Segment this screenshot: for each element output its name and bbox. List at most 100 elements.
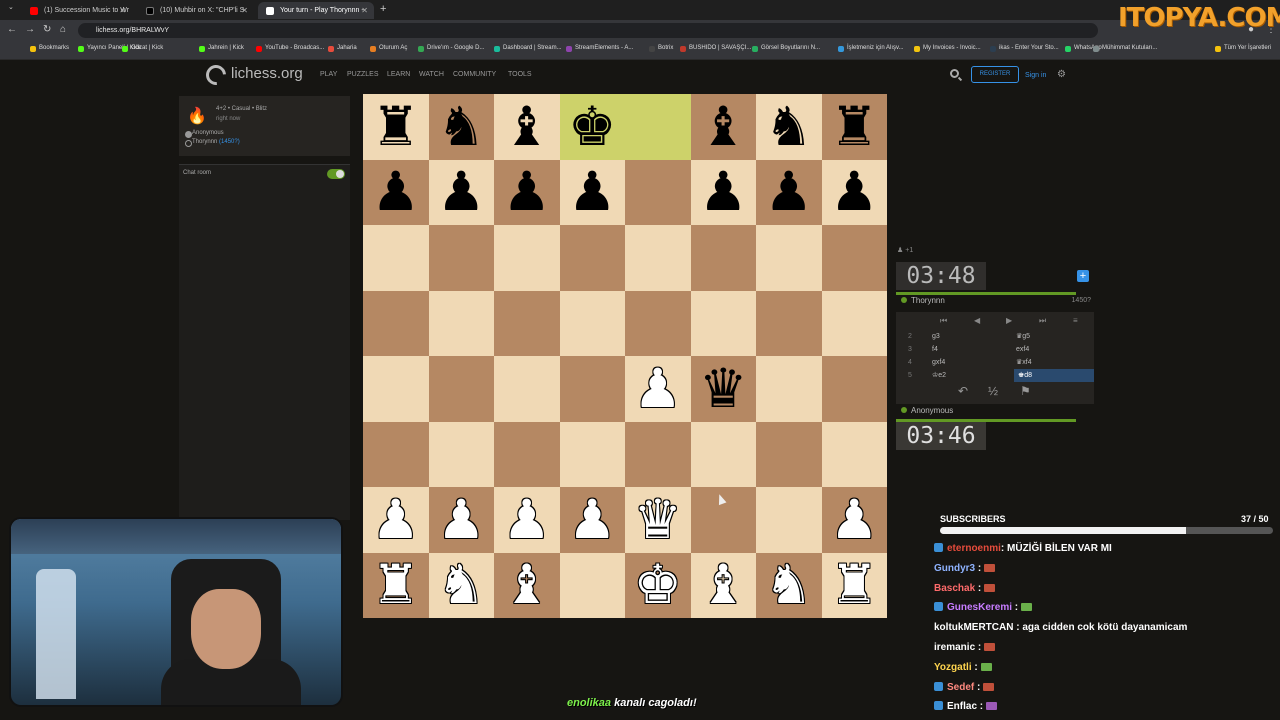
board-square[interactable] bbox=[756, 225, 822, 291]
search-icon[interactable] bbox=[950, 69, 959, 78]
board-square[interactable] bbox=[690, 290, 756, 356]
board-square[interactable]: ♟ bbox=[428, 159, 494, 225]
close-icon[interactable]: ✕ bbox=[119, 2, 126, 19]
board-square[interactable] bbox=[821, 421, 887, 487]
board-square[interactable] bbox=[690, 421, 756, 487]
black-move[interactable]: ♛g5 bbox=[1016, 330, 1030, 343]
black-pawn-icon[interactable]: ♟ bbox=[568, 165, 616, 219]
board-square[interactable] bbox=[494, 225, 560, 291]
menu-icon[interactable]: ≡ bbox=[1073, 316, 1078, 325]
board-square[interactable] bbox=[756, 421, 822, 487]
bookmark-item[interactable]: Oturum Aç bbox=[370, 45, 407, 52]
board-square[interactable]: ♟ bbox=[690, 159, 756, 225]
tab-menu-icon[interactable]: ⌄ bbox=[8, 3, 14, 11]
board-square[interactable] bbox=[756, 487, 822, 553]
white-move[interactable]: ♔e2 bbox=[932, 369, 946, 382]
board-square[interactable] bbox=[559, 225, 625, 291]
board-square[interactable]: ♞ bbox=[428, 94, 494, 160]
bookmark-item[interactable]: Jaharia bbox=[328, 45, 357, 52]
white-pawn-icon[interactable]: ♟ bbox=[372, 492, 420, 547]
bookmark-item[interactable]: Drive'ım - Google D... bbox=[418, 45, 485, 52]
white-queen-icon[interactable]: ♛ bbox=[634, 492, 682, 547]
bookmark-item[interactable]: Botrix bbox=[649, 45, 673, 52]
bookmark-item[interactable]: Bookmarks bbox=[30, 45, 69, 52]
player-thorynnn[interactable]: Thorynnn (1450?) bbox=[185, 139, 240, 147]
board-square[interactable]: ♟ bbox=[559, 487, 625, 553]
board-square[interactable] bbox=[428, 225, 494, 291]
bookmark-item[interactable]: StreamElements - A... bbox=[566, 45, 633, 52]
board-square[interactable] bbox=[363, 290, 429, 356]
board-square[interactable]: ♛ bbox=[625, 487, 691, 553]
bookmark-item[interactable]: Tüm Yer İşaretleri bbox=[1215, 45, 1271, 52]
white-pawn-icon[interactable]: ♟ bbox=[437, 492, 485, 547]
black-move[interactable]: ♛xf4 bbox=[1016, 356, 1032, 369]
bookmark-item[interactable]: Jahrein | Kick bbox=[199, 45, 244, 52]
board-square[interactable]: ♟ bbox=[821, 159, 887, 225]
white-move[interactable]: f4 bbox=[932, 343, 938, 356]
bookmark-item[interactable]: My Invoices - Invoic... bbox=[914, 45, 981, 52]
forward-icon[interactable]: → bbox=[25, 24, 35, 35]
white-bishop-icon[interactable]: ♝ bbox=[503, 558, 551, 612]
new-tab-button[interactable]: + bbox=[380, 3, 386, 15]
board-square[interactable]: ♟ bbox=[494, 159, 560, 225]
last-move-icon[interactable]: ⏭ bbox=[1039, 316, 1046, 326]
site-logo[interactable]: lichess.org bbox=[231, 65, 303, 82]
white-move[interactable]: gxf4 bbox=[932, 356, 945, 369]
black-bishop-icon[interactable]: ♝ bbox=[503, 99, 551, 154]
board-square[interactable] bbox=[428, 290, 494, 356]
reload-icon[interactable]: ↻ bbox=[43, 24, 51, 35]
add-time-button[interactable]: + bbox=[1077, 270, 1089, 282]
white-pawn-icon[interactable]: ♟ bbox=[503, 492, 551, 547]
board-square[interactable]: ♝ bbox=[494, 94, 560, 160]
board-square[interactable]: ♟ bbox=[625, 356, 691, 422]
tab-lichess[interactable]: Your turn - Play Thorynnn - ✕ bbox=[258, 2, 374, 19]
board-square[interactable] bbox=[625, 94, 691, 160]
bookmark-item[interactable]: Gözat | Kick bbox=[122, 45, 163, 52]
board-square[interactable] bbox=[559, 421, 625, 487]
bookmark-item[interactable]: İşletmeniz için Alışv... bbox=[838, 45, 904, 52]
board-square[interactable]: ♝ bbox=[690, 94, 756, 160]
previous-move-icon[interactable]: ◀ bbox=[974, 316, 980, 325]
black-knight-icon[interactable]: ♞ bbox=[765, 99, 813, 154]
board-square[interactable]: ♚ bbox=[625, 552, 691, 618]
nav-community[interactable]: COMMUNITY bbox=[453, 71, 496, 78]
board-square[interactable]: ♟ bbox=[559, 159, 625, 225]
bookmark-item[interactable]: YouTube - Broadcas... bbox=[256, 45, 324, 52]
opponent-name[interactable]: Thorynnn bbox=[911, 296, 945, 305]
black-pawn-icon[interactable]: ♟ bbox=[503, 165, 551, 219]
white-pawn-icon[interactable]: ♟ bbox=[634, 361, 682, 416]
nav-tools[interactable]: TOOLS bbox=[508, 71, 532, 78]
next-move-icon[interactable]: ▶ bbox=[1006, 316, 1012, 325]
board-square[interactable] bbox=[625, 421, 691, 487]
board-square[interactable] bbox=[494, 421, 560, 487]
takeback-icon[interactable]: ↶ bbox=[958, 384, 968, 398]
board-square[interactable] bbox=[625, 225, 691, 291]
board-square[interactable]: ♚ bbox=[559, 94, 625, 160]
nav-watch[interactable]: WATCH bbox=[419, 71, 444, 78]
white-pawn-icon[interactable]: ♟ bbox=[830, 492, 878, 547]
bookmark-item[interactable]: Görsel Boyutlarını N... bbox=[752, 45, 820, 52]
close-icon[interactable]: ✕ bbox=[361, 2, 368, 19]
player-name[interactable]: Thorynnn bbox=[192, 139, 217, 145]
back-icon[interactable]: ← bbox=[7, 24, 17, 35]
sign-in-link[interactable]: Sign in bbox=[1025, 72, 1046, 79]
board-square[interactable]: ♞ bbox=[756, 94, 822, 160]
board-square[interactable] bbox=[363, 225, 429, 291]
board-square[interactable]: ♜ bbox=[821, 94, 887, 160]
register-button[interactable]: REGISTER bbox=[971, 66, 1019, 83]
white-knight-icon[interactable]: ♞ bbox=[765, 558, 813, 612]
black-king-icon[interactable]: ♚ bbox=[568, 99, 616, 154]
board-square[interactable] bbox=[559, 290, 625, 356]
chess-board[interactable]: ♜ ♞ ♝ ♚ ♝ ♞ ♜ ♟ ♟ ♟ ♟ ♟ ♟ ♟ ♟ ♛ ♟ ♟ ♟ ♟ ♛ ♟ ♜ ♞ ♝ ♚ ♝ ♞ ♜ bbox=[363, 94, 887, 618]
white-king-icon[interactable]: ♚ bbox=[634, 558, 682, 612]
board-square[interactable] bbox=[821, 356, 887, 422]
nav-learn[interactable]: LEARN bbox=[387, 71, 410, 78]
tab-youtube[interactable]: (1) Succession Music to Wr ✕ bbox=[22, 2, 132, 19]
board-square[interactable] bbox=[821, 225, 887, 291]
bookmark-item[interactable]: Dashboard | Stream... bbox=[494, 45, 562, 52]
address-bar[interactable]: lichess.org/BHRALWvY bbox=[78, 23, 1098, 38]
board-square[interactable] bbox=[756, 356, 822, 422]
white-bishop-icon[interactable]: ♝ bbox=[699, 558, 747, 612]
black-move[interactable]: ♚d8 bbox=[1014, 369, 1094, 382]
nav-play[interactable]: PLAY bbox=[320, 71, 337, 78]
